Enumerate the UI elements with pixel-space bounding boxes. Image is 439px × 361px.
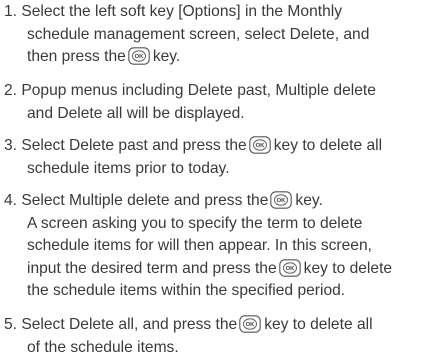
svg-text:OK: OK [277,198,287,204]
ok-key-icon: OK [270,191,293,209]
step-5-text-a: 5. Select Delete all, and press the [4,316,238,333]
step-1-line-1: 1. Select the left soft key [Options] in… [4,3,343,20]
step-4-line-3: schedule items for will then appear. In … [27,237,372,254]
step-3-text-b: key to delete all [273,137,383,154]
step-5-line-2: of the schedule items. [27,338,179,356]
step-5: 5. Select Delete all, and press the OK key… [4,314,438,359]
step-5-line-1: 5. Select Delete all, and press the OK key… [4,314,438,337]
step-3: 3. Select Delete past and press the OK key… [4,135,438,180]
step-1-line-2: schedule management screen, select Delet… [27,25,370,43]
step-1-line-3: then press the OK key. [4,46,438,69]
step-4-line-2: A screen asking you to specify the term … [27,214,363,232]
step-4-line-1: 4. Select Multiple delete and press the O… [4,190,438,213]
ok-key-icon: OK [239,315,261,333]
step-4-line-5: the schedule items within the specified … [27,282,346,299]
step-4-text-c: input the desired term and press the [27,259,277,277]
step-4-line-4: input the desired term and press the OK ke… [4,258,438,281]
svg-text:OK: OK [285,266,295,272]
step-4-text-b: key. [295,192,323,209]
step-2-line-1: 2. Popup menus including Delete past, Mu… [4,82,376,99]
step-2-line-2: and Delete all will be displayed. [27,104,245,122]
svg-text:OK: OK [246,322,256,328]
step-5-text-b: key to delete all [264,316,373,333]
step-2: 2. Popup menus including Delete past, Mu… [4,80,438,125]
step-1: 1. Select the left soft key [Options] in… [4,1,438,69]
step-1-text-b: key. [152,48,181,65]
step-4: 4. Select Multiple delete and press the O… [4,190,438,303]
step-3-text-a: 3. Select Delete past and press the [4,137,247,154]
svg-text:OK: OK [134,54,144,60]
ok-key-icon: OK [128,47,150,65]
ok-key-icon: OK [278,258,301,277]
ok-key-icon: OK [248,136,271,154]
step-3-line-1: 3. Select Delete past and press the OK key… [4,135,438,158]
step-4-text-d: key to delete [303,259,393,277]
svg-text:OK: OK [255,143,265,149]
step-3-line-2: schedule items prior to today. [27,159,230,177]
step-1-text-a: then press the [27,48,126,65]
instruction-page: 1. Select the left soft key [Options] in… [0,0,439,361]
step-4-text-a: 4. Select Multiple delete and press the [4,192,269,209]
